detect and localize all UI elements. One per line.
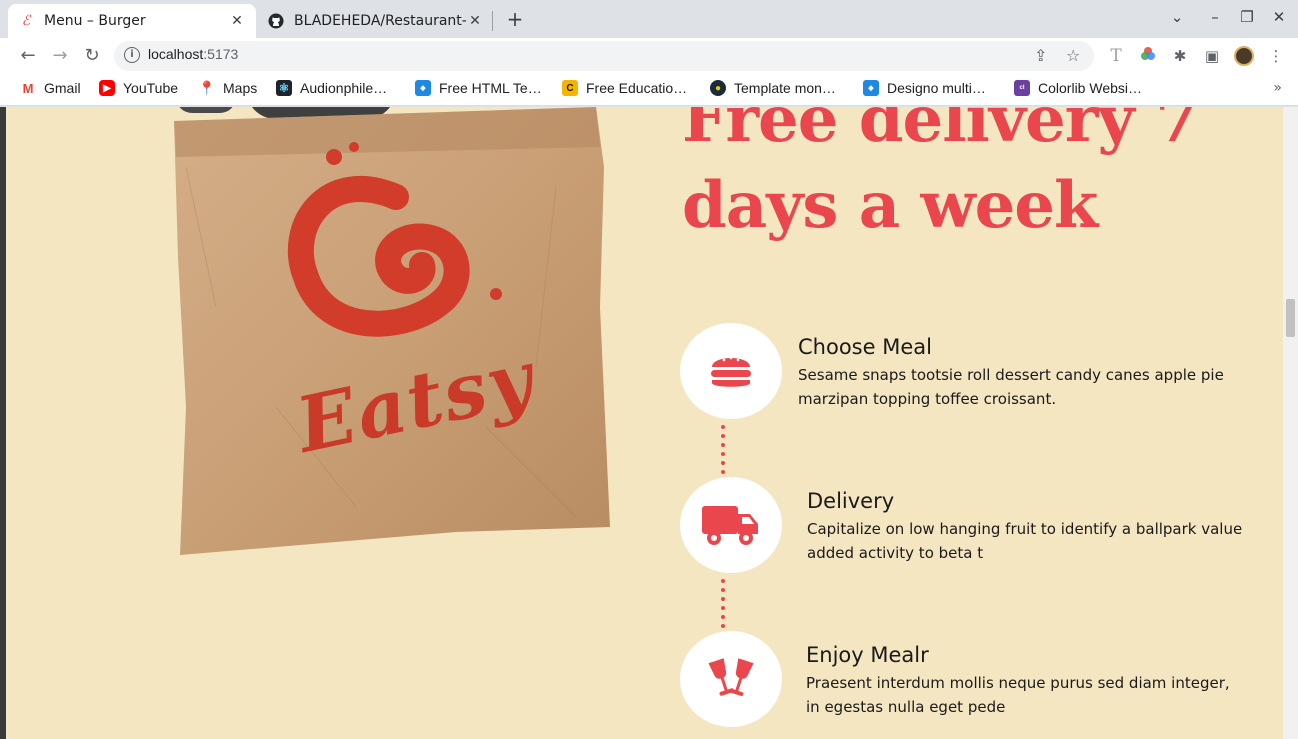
bookmark-label: Template mon… [734, 80, 836, 96]
back-icon[interactable]: ← [16, 44, 40, 68]
tab-title: BLADEHEDA/Restaurant- [294, 13, 466, 29]
step-connector-dots [721, 425, 725, 479]
site-icon: ◆ [415, 80, 431, 96]
gmail-icon: M [20, 80, 36, 96]
bookmark-audionphile[interactable]: ⚛ Audionphile… [276, 80, 387, 96]
templatemonster-icon: ● [710, 80, 726, 96]
profile-avatar[interactable] [1234, 46, 1254, 66]
delivery-bag-image: Eatsy [156, 107, 626, 557]
toolbar: ← → ↻ i localhost:5173 ⇪ ☆ T ✱ ▣ ⋮ [0, 38, 1298, 74]
extensions-puzzle-icon[interactable]: ✱ [1170, 46, 1190, 66]
step-icon-circle [680, 477, 782, 573]
paper-bag-illustration [174, 107, 610, 555]
bookmark-gmail[interactable]: M Gmail [20, 80, 81, 96]
headline-line-1: Free delivery 7 [682, 107, 1199, 157]
bookmark-label: Audionphile… [300, 80, 388, 96]
bookmark-label: Gmail [44, 80, 81, 96]
truck-icon [702, 506, 758, 545]
youtube-icon: ▶ [99, 80, 115, 96]
site-info-icon[interactable]: i [124, 47, 140, 63]
tab-search-icon[interactable]: ⌄ [1166, 8, 1188, 26]
page-scrollbar[interactable] [1283, 107, 1298, 739]
maps-icon: 📍 [198, 79, 216, 96]
url-text[interactable]: localhost:5173 [148, 46, 238, 62]
tab-divider [492, 11, 493, 31]
tab-menu-burger[interactable]: ℰ Menu – Burger ✕ [8, 4, 256, 38]
glasses-icon [708, 658, 754, 697]
bookmark-label: Maps [223, 80, 258, 96]
site-icon: ◆ [863, 80, 879, 96]
scrollbar-thumb[interactable] [1286, 299, 1295, 337]
new-tab-button[interactable]: + [504, 8, 526, 30]
bookmark-maps[interactable]: 📍 Maps [198, 79, 258, 97]
browser-window: ℰ Menu – Burger ✕ BLADEHEDA/Restaurant- … [0, 0, 1298, 739]
step-description: Capitalize on low hanging fruit to ident… [807, 520, 1243, 562]
bookmark-free-html[interactable]: ◆ Free HTML Te… [415, 80, 542, 96]
colorlib-icon: cl [1014, 80, 1030, 96]
bookmark-designo[interactable]: ◆ Designo multi… [863, 80, 986, 96]
restore-icon[interactable]: ❐ [1236, 8, 1258, 26]
font-extension-icon[interactable]: T [1106, 46, 1126, 66]
step-title: Delivery [807, 489, 895, 513]
step-title: Enjoy Mealr [806, 643, 929, 667]
step-title: Choose Meal [798, 335, 932, 359]
tab-strip: ℰ Menu – Burger ✕ BLADEHEDA/Restaurant- … [0, 0, 1298, 38]
color-extension-icon[interactable] [1138, 46, 1158, 66]
bookmark-label: Colorlib Websi… [1038, 80, 1142, 96]
step-connector-dots [721, 579, 725, 633]
close-icon[interactable]: ✕ [228, 13, 246, 29]
tab-title: Menu – Burger [44, 13, 146, 29]
step-description: Praesent interdum mollis neque purus sed… [806, 674, 1230, 716]
bookmark-label: YouTube [123, 80, 179, 96]
bookmark-star-icon[interactable]: ☆ [1066, 46, 1080, 65]
burger-icon [711, 356, 751, 387]
coursera-icon: C [562, 80, 578, 96]
bookmark-template-monster[interactable]: ● Template mon… [710, 80, 836, 96]
close-icon[interactable]: ✕ [466, 13, 484, 29]
bookmark-colorlib[interactable]: cl Colorlib Websi… [1014, 80, 1142, 96]
step-icon-circle [680, 631, 782, 727]
github-icon [268, 13, 284, 29]
menu-kebab-icon[interactable]: ⋮ [1266, 46, 1286, 66]
reload-icon[interactable]: ↻ [80, 44, 104, 68]
forward-icon[interactable]: → [48, 44, 72, 68]
bookmarks-bar: M Gmail ▶ YouTube 📍 Maps ⚛ Audionphile… … [0, 74, 1298, 106]
side-panel-icon[interactable]: ▣ [1202, 46, 1222, 66]
bookmark-label: Free Educatio… [586, 80, 688, 96]
bookmark-label: Free HTML Te… [439, 80, 542, 96]
headline-line-2: days a week [682, 168, 1098, 243]
react-icon: ⚛ [276, 80, 292, 96]
step-icon-circle [680, 323, 782, 419]
share-icon[interactable]: ⇪ [1034, 46, 1047, 65]
close-window-icon[interactable]: ✕ [1268, 8, 1290, 26]
bookmark-label: Designo multi… [887, 80, 986, 96]
bookmarks-overflow-icon[interactable]: » [1273, 80, 1282, 96]
page-viewport: Eatsy Free delivery 7 days a week Choose… [6, 107, 1283, 739]
bookmark-free-education[interactable]: C Free Educatio… [562, 80, 687, 96]
tab-github[interactable]: BLADEHEDA/Restaurant- ✕ [258, 4, 494, 38]
bookmark-youtube[interactable]: ▶ YouTube [99, 80, 178, 96]
step-description: Sesame snaps tootsie roll dessert candy … [798, 366, 1224, 408]
address-bar[interactable]: i localhost:5173 ⇪ ☆ [114, 41, 1094, 71]
eatsy-e-icon: ℰ [21, 13, 31, 29]
minimize-icon[interactable]: – [1204, 8, 1226, 26]
section-headline: Free delivery 7 days a week [682, 107, 1242, 249]
